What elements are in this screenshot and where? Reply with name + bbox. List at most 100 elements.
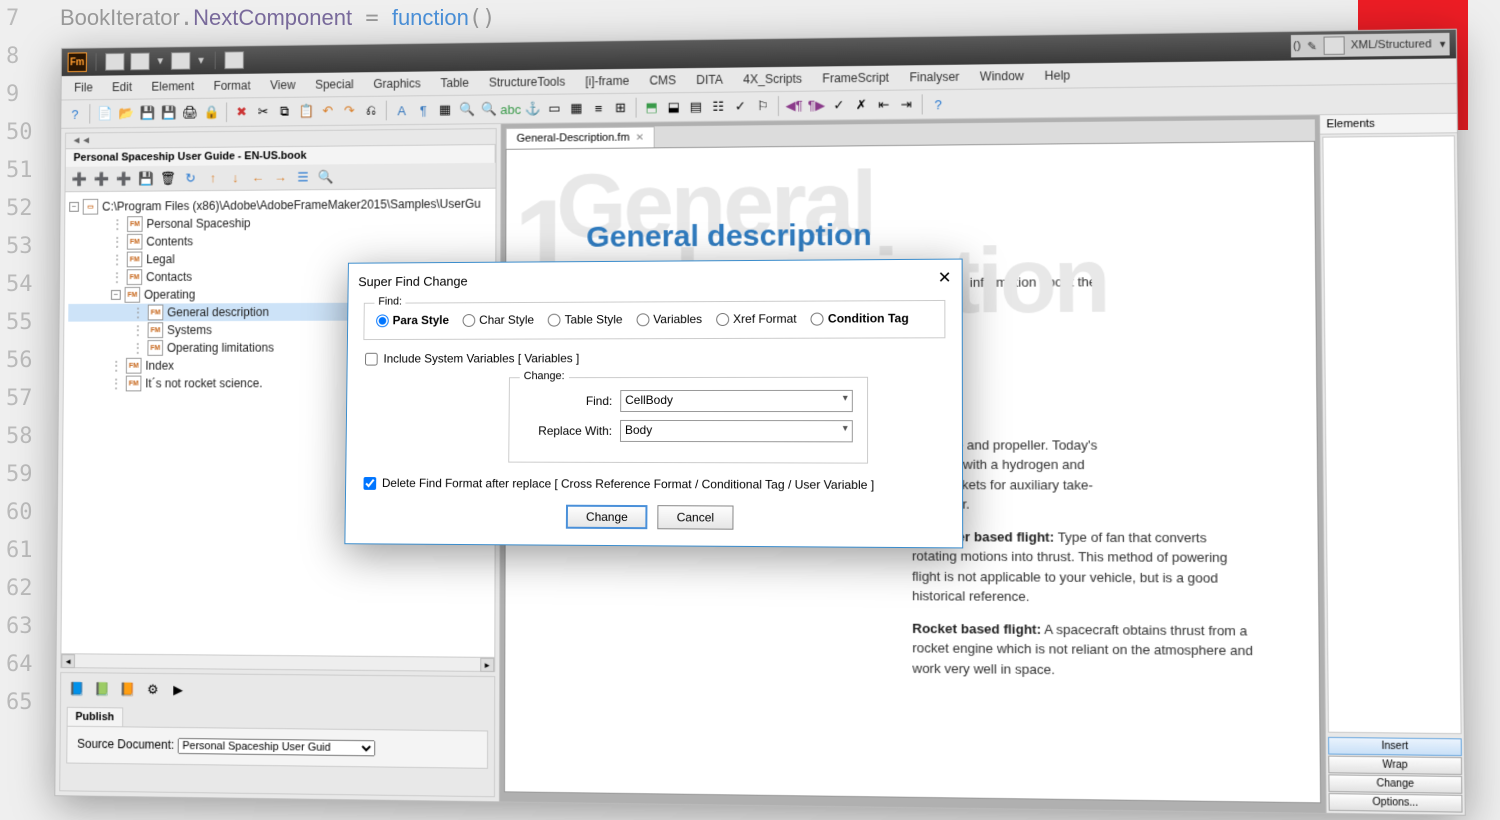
workspace-layout-icon[interactable] <box>105 53 124 71</box>
radio-input[interactable] <box>636 313 649 326</box>
track-accept-all-icon[interactable]: ⇤ <box>874 95 895 115</box>
grid-icon[interactable]: ▦ <box>566 98 586 118</box>
elements-tab[interactable]: Elements <box>1320 114 1457 135</box>
menu-finalyser[interactable]: Finalyser <box>900 67 968 88</box>
book-scrollbar[interactable]: ◄ ► <box>61 653 494 671</box>
catalog-a-icon[interactable]: A <box>392 100 412 120</box>
scroll-left-icon[interactable]: ◄ <box>61 654 75 668</box>
menu-file[interactable]: File <box>65 78 101 98</box>
help-icon[interactable]: ? <box>65 104 84 124</box>
publish-action2-icon[interactable]: 📗 <box>92 679 112 699</box>
radio-input[interactable] <box>716 312 729 325</box>
radio-condition-tag[interactable]: Condition Tag <box>811 311 909 325</box>
history-icon[interactable]: ⎌ <box>361 101 381 121</box>
delete-find-format-checkbox[interactable] <box>363 477 376 490</box>
anchor-icon[interactable]: ⚓ <box>523 99 543 119</box>
menu-edit[interactable]: Edit <box>103 77 141 97</box>
open-icon[interactable]: 📂 <box>116 104 136 124</box>
publish-action3-icon[interactable]: 📙 <box>117 680 137 700</box>
element-insert-icon[interactable]: ⬒ <box>642 97 662 117</box>
document-tab[interactable]: General-Description.fm ✕ <box>506 126 656 148</box>
radio-variables[interactable]: Variables <box>636 312 702 326</box>
menu-graphics[interactable]: Graphics <box>364 73 429 94</box>
book-down-icon[interactable]: ↓ <box>226 168 246 188</box>
menu-view[interactable]: View <box>261 75 304 95</box>
radio-para-style[interactable]: Para Style <box>376 313 449 327</box>
radio-input[interactable] <box>376 314 389 327</box>
elements-wrap-button[interactable]: Wrap <box>1328 756 1462 775</box>
workspace-mode-dropdown[interactable]: XML/Structured <box>1351 38 1432 51</box>
expand-minus-icon[interactable]: − <box>69 202 79 212</box>
elements-options-button[interactable]: Options... <box>1329 793 1463 813</box>
menu-special[interactable]: Special <box>306 74 362 94</box>
save-all-icon[interactable]: 💾 <box>159 103 179 123</box>
radio-input[interactable] <box>548 313 561 326</box>
find-icon[interactable]: 🔍 <box>457 100 477 120</box>
menu-window[interactable]: Window <box>971 66 1034 87</box>
book-up-icon[interactable]: ↑ <box>203 168 223 188</box>
track-next-icon[interactable]: ¶▶ <box>806 95 826 115</box>
help2-icon[interactable]: ? <box>928 94 949 114</box>
workspace-layout2-icon[interactable] <box>130 53 149 71</box>
pencil-icon[interactable]: ✎ <box>1307 39 1317 52</box>
track-prev-icon[interactable]: ◀¶ <box>784 96 804 116</box>
element-wrap-icon[interactable]: ⬓ <box>664 97 684 117</box>
menu-help[interactable]: Help <box>1035 65 1079 86</box>
radio-input[interactable] <box>811 312 824 325</box>
book-save-icon[interactable]: 💾 <box>136 168 156 188</box>
radio-input[interactable] <box>463 314 476 327</box>
attributes-icon[interactable]: ✓ <box>730 96 750 116</box>
cancel-button[interactable]: Cancel <box>658 505 734 530</box>
publish-action1-icon[interactable]: 📘 <box>67 679 87 699</box>
titlebar-script-glyph[interactable]: () <box>1293 40 1301 52</box>
menu-table[interactable]: Table <box>432 73 478 93</box>
find-change-icon[interactable]: 🔍 <box>479 99 499 119</box>
book-refresh-icon[interactable]: ↻ <box>181 168 201 188</box>
include-sys-variables-checkbox[interactable] <box>365 352 378 365</box>
cut-icon[interactable]: ✂ <box>253 102 273 122</box>
structure-view-icon[interactable]: ☷ <box>708 97 728 117</box>
track-reject-all-icon[interactable]: ⇥ <box>896 94 917 114</box>
elements-change-button[interactable]: Change <box>1328 774 1462 793</box>
add-file-icon[interactable]: ➕ <box>69 169 88 189</box>
elements-list[interactable] <box>1322 135 1461 734</box>
book-delete-icon[interactable]: 🗑 <box>158 168 178 188</box>
add-folder-icon[interactable]: ➕ <box>92 169 111 189</box>
change-button[interactable]: Change <box>566 505 648 529</box>
ruler-icon[interactable]: ≡ <box>588 98 608 118</box>
scroll-right-icon[interactable]: ► <box>480 658 494 672</box>
redo-icon[interactable]: ↷ <box>340 101 360 121</box>
save-icon[interactable]: 💾 <box>138 103 158 123</box>
menu-framescript[interactable]: FrameScript <box>813 67 898 88</box>
publish-tab[interactable]: Publish <box>67 707 123 727</box>
undo-icon[interactable]: ↶ <box>318 101 338 121</box>
chevron-down-icon[interactable]: ▼ <box>1438 39 1448 49</box>
copy-icon[interactable]: ⧉ <box>275 102 295 122</box>
publish-action4-icon[interactable]: ⚙ <box>143 680 163 700</box>
publish-action5-icon[interactable]: ▶ <box>168 680 188 700</box>
menu-format[interactable]: Format <box>205 76 260 96</box>
titlebar-box-icon[interactable] <box>1323 36 1344 55</box>
add-group-icon[interactable]: ➕ <box>114 169 134 189</box>
menu-4xscripts[interactable]: 4X_Scripts <box>734 69 811 90</box>
paste-icon[interactable]: 📋 <box>296 101 316 121</box>
radio-table-style[interactable]: Table Style <box>548 312 623 326</box>
menu-cms[interactable]: CMS <box>640 70 685 90</box>
catalog-table-icon[interactable]: ▦ <box>435 100 455 120</box>
spellcheck-icon[interactable]: abc <box>501 99 521 119</box>
book-list-icon[interactable]: ☰ <box>293 167 313 187</box>
book-search-icon[interactable]: 🔍 <box>316 167 336 187</box>
workspace-crop-icon[interactable] <box>171 52 191 70</box>
radio-xref-format[interactable]: Xref Format <box>716 312 797 326</box>
publish-source-select[interactable]: Personal Spaceship User Guid <box>177 738 375 756</box>
workspace-misc-icon[interactable] <box>224 51 244 69</box>
expand-minus-icon[interactable]: − <box>111 290 121 300</box>
elements-insert-button[interactable]: Insert <box>1328 737 1462 756</box>
track-accept-icon[interactable]: ✓ <box>829 95 849 115</box>
lock-icon[interactable]: 🔒 <box>202 103 222 123</box>
new-doc-icon[interactable]: 📄 <box>95 104 114 124</box>
close-icon[interactable]: ✕ <box>636 132 644 143</box>
panel-collapse-icon[interactable]: ◄◄ <box>68 133 95 148</box>
menu-dita[interactable]: DITA <box>687 70 732 91</box>
book-left-icon[interactable]: ← <box>248 167 268 187</box>
